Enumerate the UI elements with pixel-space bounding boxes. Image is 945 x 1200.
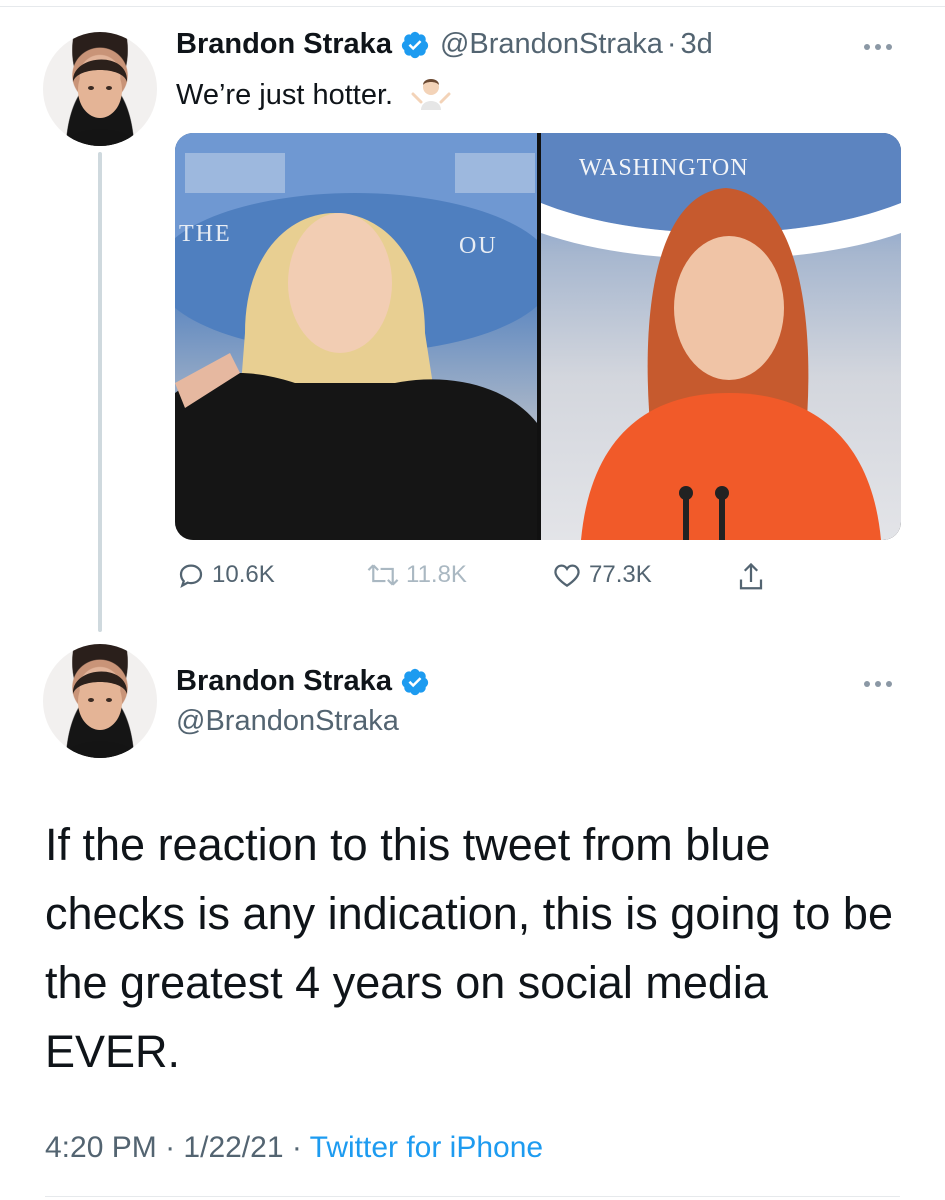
- tweet-text: We’re just hotter.: [176, 76, 451, 112]
- share-icon: [739, 562, 763, 590]
- tweet-header: Brandon Straka: [176, 665, 440, 698]
- tweet-metadata: 4:20 PM · 1/22/21 · Twitter for iPhone: [45, 1131, 543, 1165]
- tweet-text: If the reaction to this tweet from blue …: [45, 819, 893, 1077]
- media-label-ou: OU: [459, 233, 498, 259]
- tweet-media[interactable]: THE OU WASHINGTON: [175, 133, 901, 540]
- timestamp[interactable]: 3d: [681, 28, 713, 61]
- avatar[interactable]: [43, 644, 157, 758]
- tweet-text-content: We’re just hotter.: [176, 79, 394, 111]
- retweet-count: 11.8K: [406, 561, 467, 588]
- retweet-icon: [367, 564, 399, 586]
- media-photo-left[interactable]: THE OU: [175, 133, 537, 540]
- media-label-washington: WASHINGTON: [579, 155, 749, 181]
- display-name[interactable]: Brandon Straka: [176, 665, 392, 698]
- verified-badge-icon: [401, 31, 429, 58]
- separator-dot: ·: [165, 1131, 176, 1164]
- bottom-divider: [45, 1196, 900, 1197]
- verified-badge-icon: [401, 668, 429, 695]
- more-options-icon[interactable]: [862, 679, 896, 689]
- handle[interactable]: @BrandonStraka: [440, 28, 663, 61]
- tweet-actions: 10.6K 11.8K 77.3K: [176, 560, 796, 600]
- retweet-button[interactable]: 11.8K: [366, 560, 467, 590]
- reply-count: 10.6K: [212, 561, 275, 588]
- handle[interactable]: @BrandonStraka: [176, 705, 399, 738]
- thread-line: [98, 152, 102, 632]
- display-name[interactable]: Brandon Straka: [176, 28, 392, 61]
- like-button[interactable]: 77.3K: [551, 560, 652, 590]
- separator-dot: ·: [666, 28, 677, 60]
- separator-dot: ·: [291, 1131, 302, 1164]
- more-options-icon[interactable]: [862, 42, 896, 52]
- share-button[interactable]: [736, 560, 772, 594]
- tweet-date[interactable]: 1/22/21: [183, 1131, 283, 1164]
- tweet-source-link[interactable]: Twitter for iPhone: [310, 1131, 543, 1164]
- like-count: 77.3K: [589, 561, 652, 588]
- heart-icon: [554, 564, 580, 587]
- media-label-the: THE: [179, 221, 232, 247]
- avatar[interactable]: [43, 32, 157, 146]
- media-photo-right[interactable]: WASHINGTON: [541, 133, 901, 540]
- tweet-header: Brandon Straka @BrandonStraka · 3d: [176, 28, 713, 61]
- reply-icon: [179, 564, 203, 588]
- top-divider: [0, 0, 945, 7]
- shrug-emoji-icon: [411, 79, 451, 110]
- tweet-time[interactable]: 4:20 PM: [45, 1131, 157, 1164]
- reply-button[interactable]: 10.6K: [176, 560, 275, 590]
